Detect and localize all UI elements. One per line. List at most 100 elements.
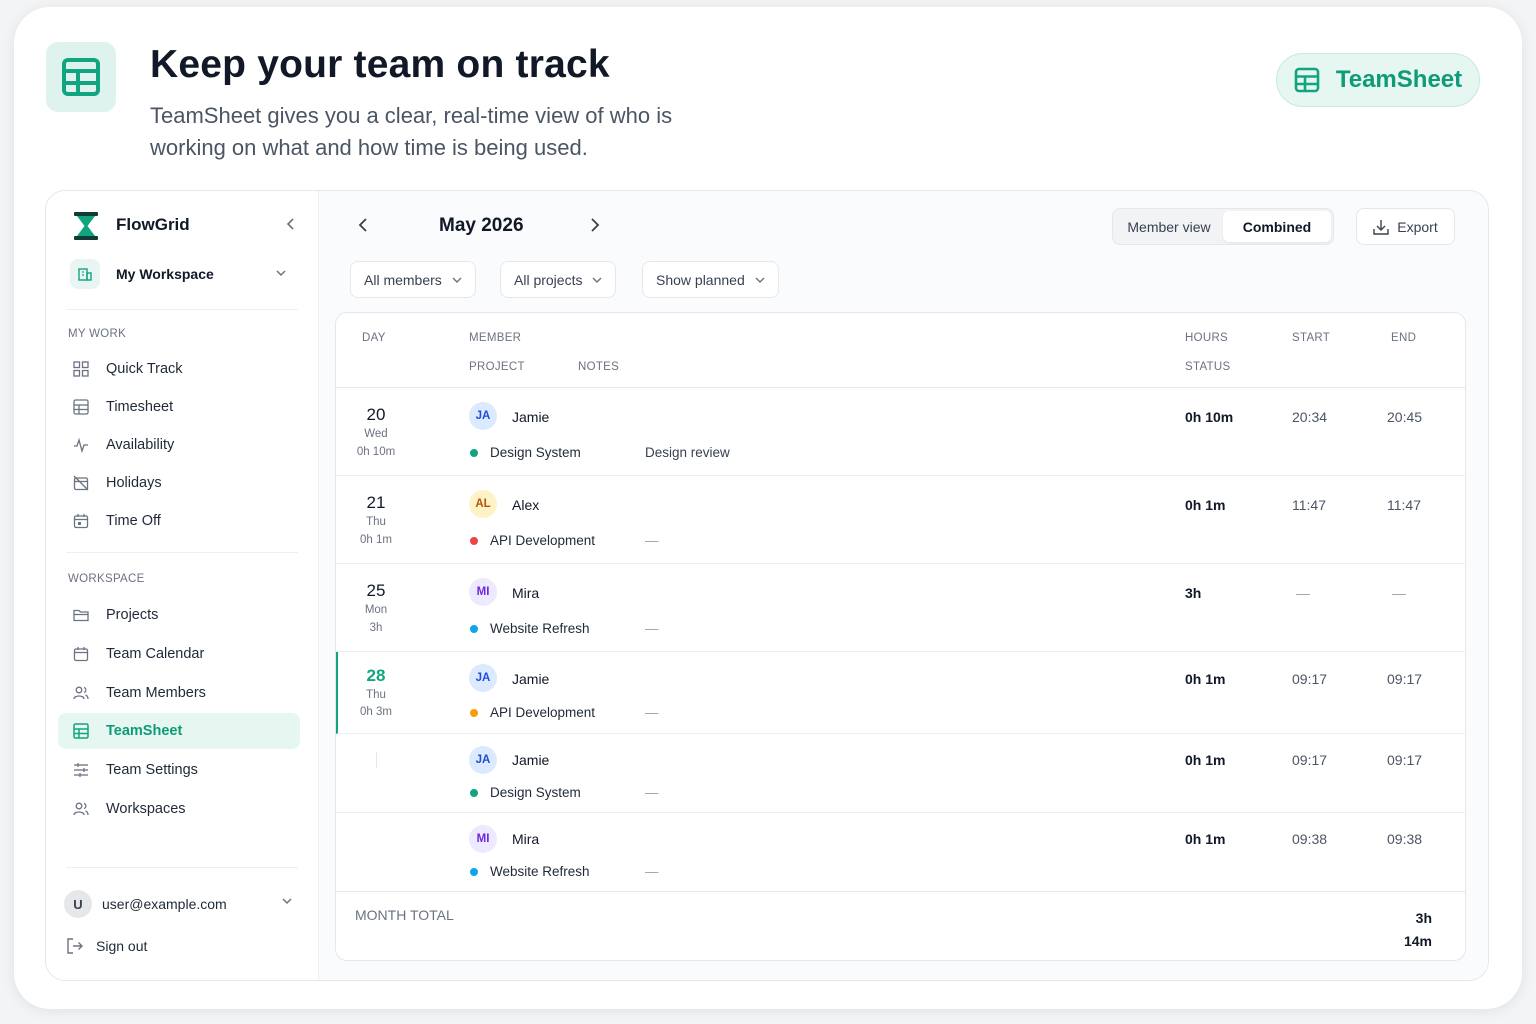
teamsheet-brand-badge: TeamSheet bbox=[1276, 53, 1480, 107]
table-row[interactable]: 20 Wed 0h 10m JA Jamie Design System Des… bbox=[336, 388, 1465, 476]
sidebar-item-availability[interactable]: Availability bbox=[58, 427, 300, 463]
entry-end: — bbox=[1392, 585, 1406, 601]
table-row[interactable]: 21 Thu 0h 1m AL Alex API Development — 0… bbox=[336, 476, 1465, 564]
sidebar-item-teamsheet[interactable]: TeamSheet bbox=[58, 713, 300, 749]
view-toggle: Member view Combined bbox=[1112, 208, 1334, 245]
sidebar-item-workspaces[interactable]: Workspaces bbox=[58, 791, 300, 827]
main-content: May 2026 Member view Combined Export All… bbox=[319, 191, 1488, 980]
sidebar-item-timesheet[interactable]: Timesheet bbox=[58, 389, 300, 425]
sidebar-item-time-off[interactable]: Time Off bbox=[58, 503, 300, 539]
project-color-dot bbox=[470, 868, 478, 876]
hero-title: Keep your team on track bbox=[150, 43, 610, 86]
entry-notes: — bbox=[645, 864, 659, 879]
combined-view-button[interactable]: Combined bbox=[1223, 211, 1331, 242]
project-name: Website Refresh bbox=[490, 621, 590, 636]
chevron-right-icon[interactable] bbox=[587, 217, 601, 233]
entry-start: 09:17 bbox=[1292, 671, 1328, 687]
entry-start: 11:47 bbox=[1292, 497, 1326, 513]
table-icon bbox=[1294, 67, 1320, 93]
workspace-switcher[interactable]: My Workspace bbox=[70, 257, 298, 291]
sidebar-divider bbox=[66, 867, 298, 868]
entry-end: 09:17 bbox=[1387, 752, 1423, 768]
header-notes: NOTES bbox=[578, 361, 620, 373]
project-color-dot bbox=[470, 789, 478, 797]
header-hours: HOURS bbox=[1185, 332, 1229, 344]
sidebar-item-team-members[interactable]: Team Members bbox=[58, 675, 300, 711]
planned-filter[interactable]: Show planned bbox=[642, 261, 779, 298]
sidebar-item-team-settings[interactable]: Team Settings bbox=[58, 752, 300, 788]
sidebar-item-label: Workspaces bbox=[106, 801, 186, 817]
teamsheet-table: DAY MEMBER PROJECT NOTES HOURS STATUS ST… bbox=[335, 312, 1466, 961]
download-icon bbox=[1373, 219, 1389, 235]
header-start: START bbox=[1292, 332, 1331, 344]
day-weekday: Mon bbox=[364, 604, 388, 616]
member-view-button[interactable]: Member view bbox=[1115, 211, 1223, 242]
sign-out-button[interactable]: Sign out bbox=[66, 937, 147, 955]
sign-out-label: Sign out bbox=[96, 938, 148, 954]
project-name: Design System bbox=[490, 785, 581, 800]
table-icon bbox=[62, 58, 100, 96]
planned-filter-label: Show planned bbox=[656, 271, 745, 288]
project-name: Website Refresh bbox=[490, 864, 590, 879]
chevron-down-icon bbox=[592, 277, 602, 283]
user-menu[interactable]: U user@example.com bbox=[64, 889, 300, 919]
entry-end: 09:17 bbox=[1387, 671, 1423, 687]
hero-subtitle: TeamSheet gives you a clear, real-time v… bbox=[150, 103, 673, 160]
entry-hours: 0h 1m bbox=[1185, 671, 1226, 687]
members-filter[interactable]: All members bbox=[350, 261, 476, 298]
member-name: Jamie bbox=[512, 671, 550, 687]
app-window: FlowGrid My Workspace MY WORK Quick Trac… bbox=[45, 190, 1489, 981]
day-total: 0h 1m bbox=[360, 534, 392, 546]
avatar: MI bbox=[469, 825, 497, 853]
brand-label: TeamSheet bbox=[1335, 66, 1463, 93]
sidebar-item-holidays[interactable]: Holidays bbox=[58, 465, 300, 501]
sign-out-icon bbox=[67, 938, 83, 954]
sidebar-item-projects[interactable]: Projects bbox=[58, 597, 300, 633]
sidebar-item-team-calendar[interactable]: Team Calendar bbox=[58, 636, 300, 672]
avatar: AL bbox=[469, 490, 497, 518]
project-color-dot bbox=[470, 709, 478, 717]
day-total: 0h 3m bbox=[360, 706, 392, 718]
chevron-down-icon bbox=[452, 277, 462, 283]
sidebar-item-quick-track[interactable]: Quick Track bbox=[58, 351, 300, 387]
day-continuation-line bbox=[376, 752, 377, 768]
entry-start: 09:38 bbox=[1292, 831, 1328, 847]
table-icon bbox=[72, 398, 90, 416]
table-row[interactable]: 28 Thu 0h 3m JA Jamie API Development — … bbox=[336, 652, 1465, 734]
collapse-sidebar-icon[interactable] bbox=[284, 217, 298, 231]
workspace-name: My Workspace bbox=[116, 266, 214, 282]
sidebar-item-label: Team Members bbox=[106, 685, 206, 701]
sidebar-divider bbox=[66, 552, 298, 553]
table-row[interactable]: MI Mira Website Refresh — 0h 1m 09:38 09… bbox=[336, 813, 1465, 892]
sidebar-item-label: Quick Track bbox=[106, 361, 183, 377]
table-icon bbox=[72, 722, 90, 740]
export-button[interactable]: Export bbox=[1356, 208, 1455, 245]
member-name: Jamie bbox=[512, 752, 550, 768]
calendar-icon bbox=[72, 512, 90, 530]
entry-start: 20:34 bbox=[1292, 409, 1328, 425]
folder-icon bbox=[72, 606, 90, 624]
entry-notes: — bbox=[645, 705, 659, 720]
entry-end: 11:47 bbox=[1387, 497, 1421, 513]
entry-notes: — bbox=[645, 621, 659, 636]
projects-filter[interactable]: All projects bbox=[500, 261, 617, 298]
entry-hours: 0h 1m bbox=[1185, 497, 1226, 513]
entry-hours: 0h 10m bbox=[1185, 409, 1234, 425]
sidebar-item-label: Team Settings bbox=[106, 762, 198, 778]
table-row[interactable]: 25 Mon 3h MI Mira Website Refresh — 3h —… bbox=[336, 564, 1465, 652]
entry-notes: Design review bbox=[645, 445, 730, 460]
entry-start: — bbox=[1296, 585, 1310, 601]
day-number: 21 bbox=[366, 493, 386, 512]
day-number: 20 bbox=[366, 405, 386, 424]
user-email: user@example.com bbox=[102, 896, 227, 912]
member-name: Alex bbox=[512, 497, 540, 513]
chevron-left-icon[interactable] bbox=[357, 217, 371, 233]
sidebar-item-label: TeamSheet bbox=[106, 723, 183, 739]
avatar: JA bbox=[469, 664, 497, 692]
avatar: MI bbox=[469, 578, 497, 606]
table-row[interactable]: JA Jamie Design System — 0h 1m 09:17 09:… bbox=[336, 734, 1465, 813]
header-project: PROJECT bbox=[469, 361, 525, 373]
entry-hours: 0h 1m bbox=[1185, 752, 1226, 768]
day-weekday: Thu bbox=[366, 689, 386, 701]
calendar-icon bbox=[72, 645, 90, 663]
